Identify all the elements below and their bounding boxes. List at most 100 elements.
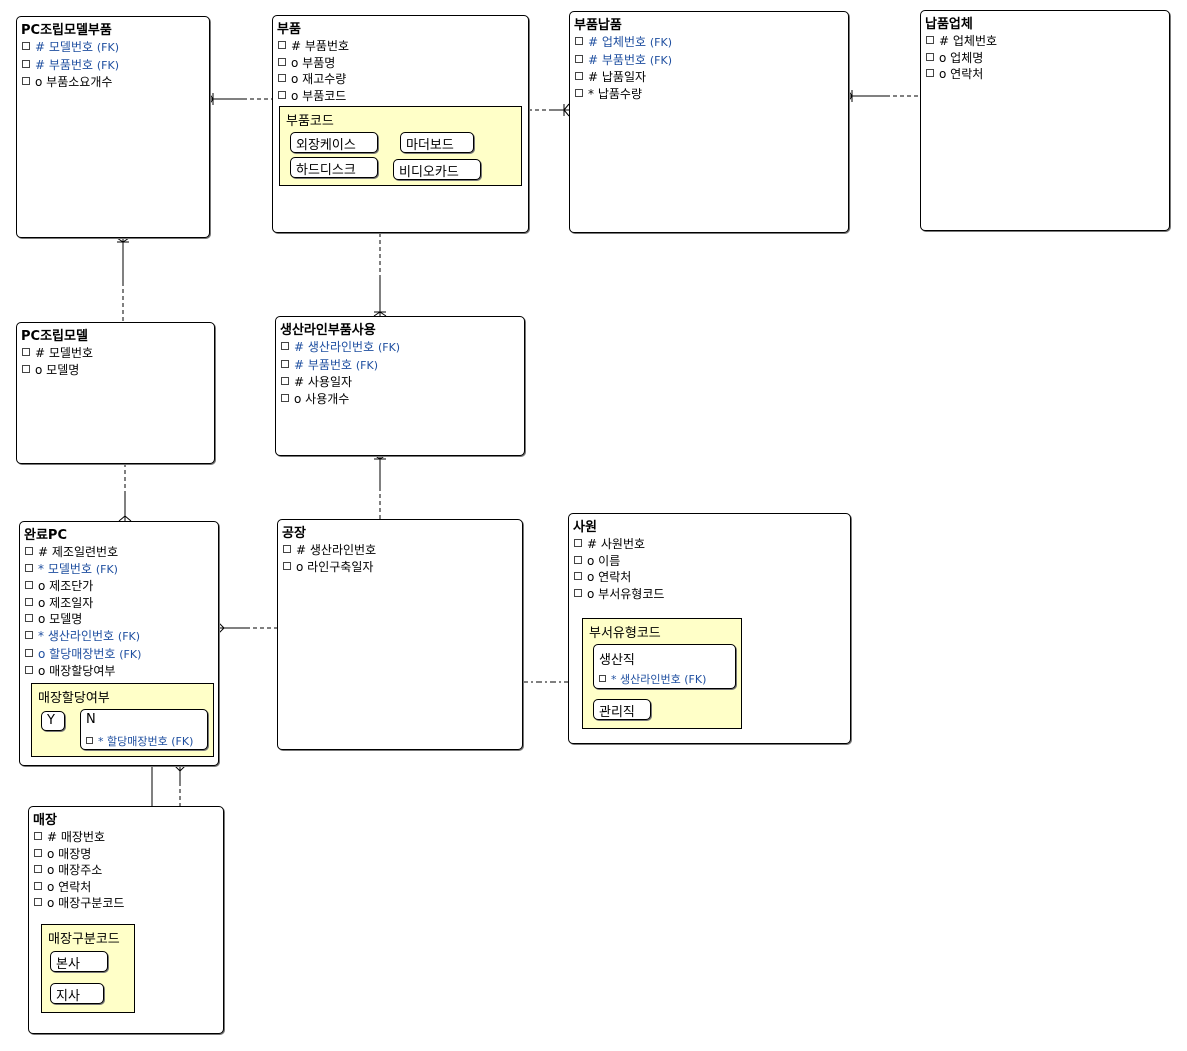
subtype-video-card[interactable]: 비디오카드 xyxy=(393,159,481,180)
entity-pc-model-part[interactable]: PC조립모델부품 # 모델번호 (FK) # 부품번호 (FK) o 부품소요개수 xyxy=(16,16,210,238)
attribute-row[interactable]: # 생산라인번호 (FK) xyxy=(281,339,400,357)
attribute-row[interactable]: o 라인구축일자 xyxy=(283,559,376,576)
attr-mark: * xyxy=(611,673,617,686)
subtype-n[interactable]: N * 할당매장번호 (FK) xyxy=(80,709,208,750)
entity-part-supply[interactable]: 부품납품 # 업체번호 (FK) # 부품번호 (FK) # 납품일자 * 납품수량 xyxy=(569,11,849,233)
entity-title: 부품 xyxy=(277,22,301,37)
checkbox-icon xyxy=(86,737,93,744)
attribute-row[interactable]: * 생산라인번호 (FK) xyxy=(25,628,141,646)
subtype-headquarters[interactable]: 본사 xyxy=(50,951,108,972)
attribute-row[interactable]: o 연락처 xyxy=(574,569,664,586)
attribute-row[interactable]: o 모델명 xyxy=(22,362,93,379)
attr-mark: o xyxy=(38,646,46,661)
attribute-row[interactable]: # 납품일자 xyxy=(575,69,672,86)
attribute-row[interactable]: # 매장번호 xyxy=(34,829,124,846)
attr-name: 매장주소 xyxy=(58,863,103,878)
attribute-row[interactable]: o 부서유형코드 xyxy=(574,586,664,603)
subtype-y[interactable]: Y xyxy=(41,711,65,731)
subtype-case[interactable]: 외장케이스 xyxy=(290,132,378,153)
attribute-row[interactable]: # 제조일련번호 xyxy=(25,544,141,561)
attribute-row[interactable]: o 부품명 xyxy=(278,55,349,72)
entity-supplier[interactable]: 납품업체 # 업체번호 o 업체명 o 연락처 xyxy=(920,10,1170,231)
attr-name: 업체번호 xyxy=(952,34,998,48)
entity-title: 생산라인부품사용 xyxy=(280,323,376,338)
checkbox-icon xyxy=(599,675,606,682)
subtype-attribute: * 생산라인번호 (FK) xyxy=(599,671,706,687)
subtype-production-staff[interactable]: 생산직 * 생산라인번호 (FK) xyxy=(593,644,736,689)
attribute-row[interactable]: o 업체명 xyxy=(926,50,997,67)
attribute-list: # 업체번호 o 업체명 o 연락처 xyxy=(926,33,997,83)
attribute-row[interactable]: o 매장구분코드 xyxy=(34,895,124,912)
attr-name: 납품일자 xyxy=(601,70,647,85)
attribute-row[interactable]: o 부품소요개수 xyxy=(22,74,119,91)
attribute-row[interactable]: o 제조일자 xyxy=(25,595,141,612)
checkbox-icon xyxy=(278,74,286,83)
attr-mark: o xyxy=(47,846,55,861)
subtype-hard-disk[interactable]: 하드디스크 xyxy=(290,157,378,178)
attribute-list: # 제조일련번호 * 모델번호 (FK) o 제조단가 o 제조일자 o 모델명 * 생산… xyxy=(25,544,141,680)
attr-fk: (FK) xyxy=(355,358,379,372)
attr-mark: * xyxy=(588,86,594,101)
attr-fk: (FK) xyxy=(171,735,194,748)
attr-name: 부품명 xyxy=(302,55,336,70)
attribute-row[interactable]: o 연락처 xyxy=(34,879,124,896)
entity-employee[interactable]: 사원 # 사원번호 o 이름 o 연락처 o 부서유형코드 부서유형코드 생산직 * … xyxy=(568,513,851,744)
checkbox-icon xyxy=(281,377,289,386)
attribute-row[interactable]: # 생산라인번호 xyxy=(283,542,376,559)
attribute-row[interactable]: # 업체번호 xyxy=(926,33,997,50)
attribute-row[interactable]: # 부품번호 xyxy=(278,38,349,55)
subtype-mainboard[interactable]: 마더보드 xyxy=(400,132,474,153)
attribute-row[interactable]: o 재고수량 xyxy=(278,71,349,88)
checkbox-icon xyxy=(575,72,583,81)
attr-mark: * xyxy=(38,561,44,576)
attr-fk: (FK) xyxy=(95,562,118,576)
attr-mark: # xyxy=(35,346,46,360)
entity-factory[interactable]: 공장 # 생산라인번호 o 라인구축일자 xyxy=(277,519,523,750)
attribute-row[interactable]: # 부품번호 (FK) xyxy=(575,52,672,70)
attr-mark: # xyxy=(588,35,599,49)
attr-name: 부품번호 xyxy=(304,39,350,53)
attr-fk: (FK) xyxy=(119,647,142,661)
entity-part[interactable]: 부품 # 부품번호 o 부품명 o 재고수량 o 부품코드 부품코드 외장케이스 마더… xyxy=(272,15,529,233)
checkbox-icon xyxy=(25,648,33,657)
attribute-row[interactable]: o 제조단가 xyxy=(25,578,141,595)
attribute-row[interactable]: # 사용일자 xyxy=(281,374,400,391)
attribute-list: # 부품번호 o 부품명 o 재고수량 o 부품코드 xyxy=(278,38,349,104)
attr-mark: # xyxy=(294,375,305,390)
subtype-box-department-code: 부서유형코드 생산직 * 생산라인번호 (FK) 관리직 xyxy=(582,618,742,729)
attribute-row[interactable]: o 할당매장번호 (FK) xyxy=(25,646,141,664)
entity-finished-pc[interactable]: 완료PC # 제조일련번호 * 모델번호 (FK) o 제조단가 o 제조일자 o 모델… xyxy=(19,521,219,766)
attribute-row[interactable]: # 사원번호 xyxy=(574,536,664,553)
attr-mark: # xyxy=(35,40,46,54)
entity-pc-model[interactable]: PC조립모델 # 모델번호 o 모델명 xyxy=(16,322,215,464)
attribute-row[interactable]: o 매장할당여부 xyxy=(25,663,141,680)
attr-name: 업체명 xyxy=(950,50,984,65)
attr-name: 생산라인번호 xyxy=(309,543,377,557)
attribute-row[interactable]: o 매장주소 xyxy=(34,862,124,879)
entity-store[interactable]: 매장 # 매장번호 o 매장명 o 매장주소 o 연락처 o 매장구분코드 매장구분코드… xyxy=(28,806,224,1034)
attribute-row[interactable]: # 부품번호 (FK) xyxy=(281,357,400,375)
attribute-row[interactable]: * 납품수량 xyxy=(575,86,672,103)
attribute-row[interactable]: # 부품번호 (FK) xyxy=(22,57,119,75)
entity-line-part-use[interactable]: 생산라인부품사용 # 생산라인번호 (FK) # 부품번호 (FK) # 사용일자 o… xyxy=(275,316,525,456)
attribute-row[interactable]: # 업체번호 (FK) xyxy=(575,34,672,52)
attribute-row[interactable]: # 모델번호 (FK) xyxy=(22,39,119,57)
attr-mark: o xyxy=(291,55,299,70)
attr-mark: # xyxy=(939,34,950,48)
subtype-attribute: * 할당매장번호 (FK) xyxy=(86,733,193,749)
attribute-row[interactable]: o 연락처 xyxy=(926,66,997,83)
subtype-branch[interactable]: 지사 xyxy=(50,983,104,1004)
attribute-row[interactable]: o 매장명 xyxy=(34,846,124,863)
attribute-row[interactable]: o 사용개수 xyxy=(281,391,400,408)
attr-name: 납품수량 xyxy=(597,86,642,101)
attribute-row[interactable]: * 모델번호 (FK) xyxy=(25,561,141,579)
attribute-row[interactable]: o 모델명 xyxy=(25,611,141,628)
attribute-list: # 모델번호 o 모델명 xyxy=(22,345,93,378)
subtype-management-staff[interactable]: 관리직 xyxy=(593,699,651,720)
subtype-label: 생산직 xyxy=(599,653,635,668)
attribute-row[interactable]: # 모델번호 xyxy=(22,345,93,362)
attribute-row[interactable]: o 부품코드 xyxy=(278,88,349,105)
checkbox-icon xyxy=(22,42,30,50)
attribute-row[interactable]: o 이름 xyxy=(574,553,664,570)
attr-fk: (FK) xyxy=(117,629,141,643)
